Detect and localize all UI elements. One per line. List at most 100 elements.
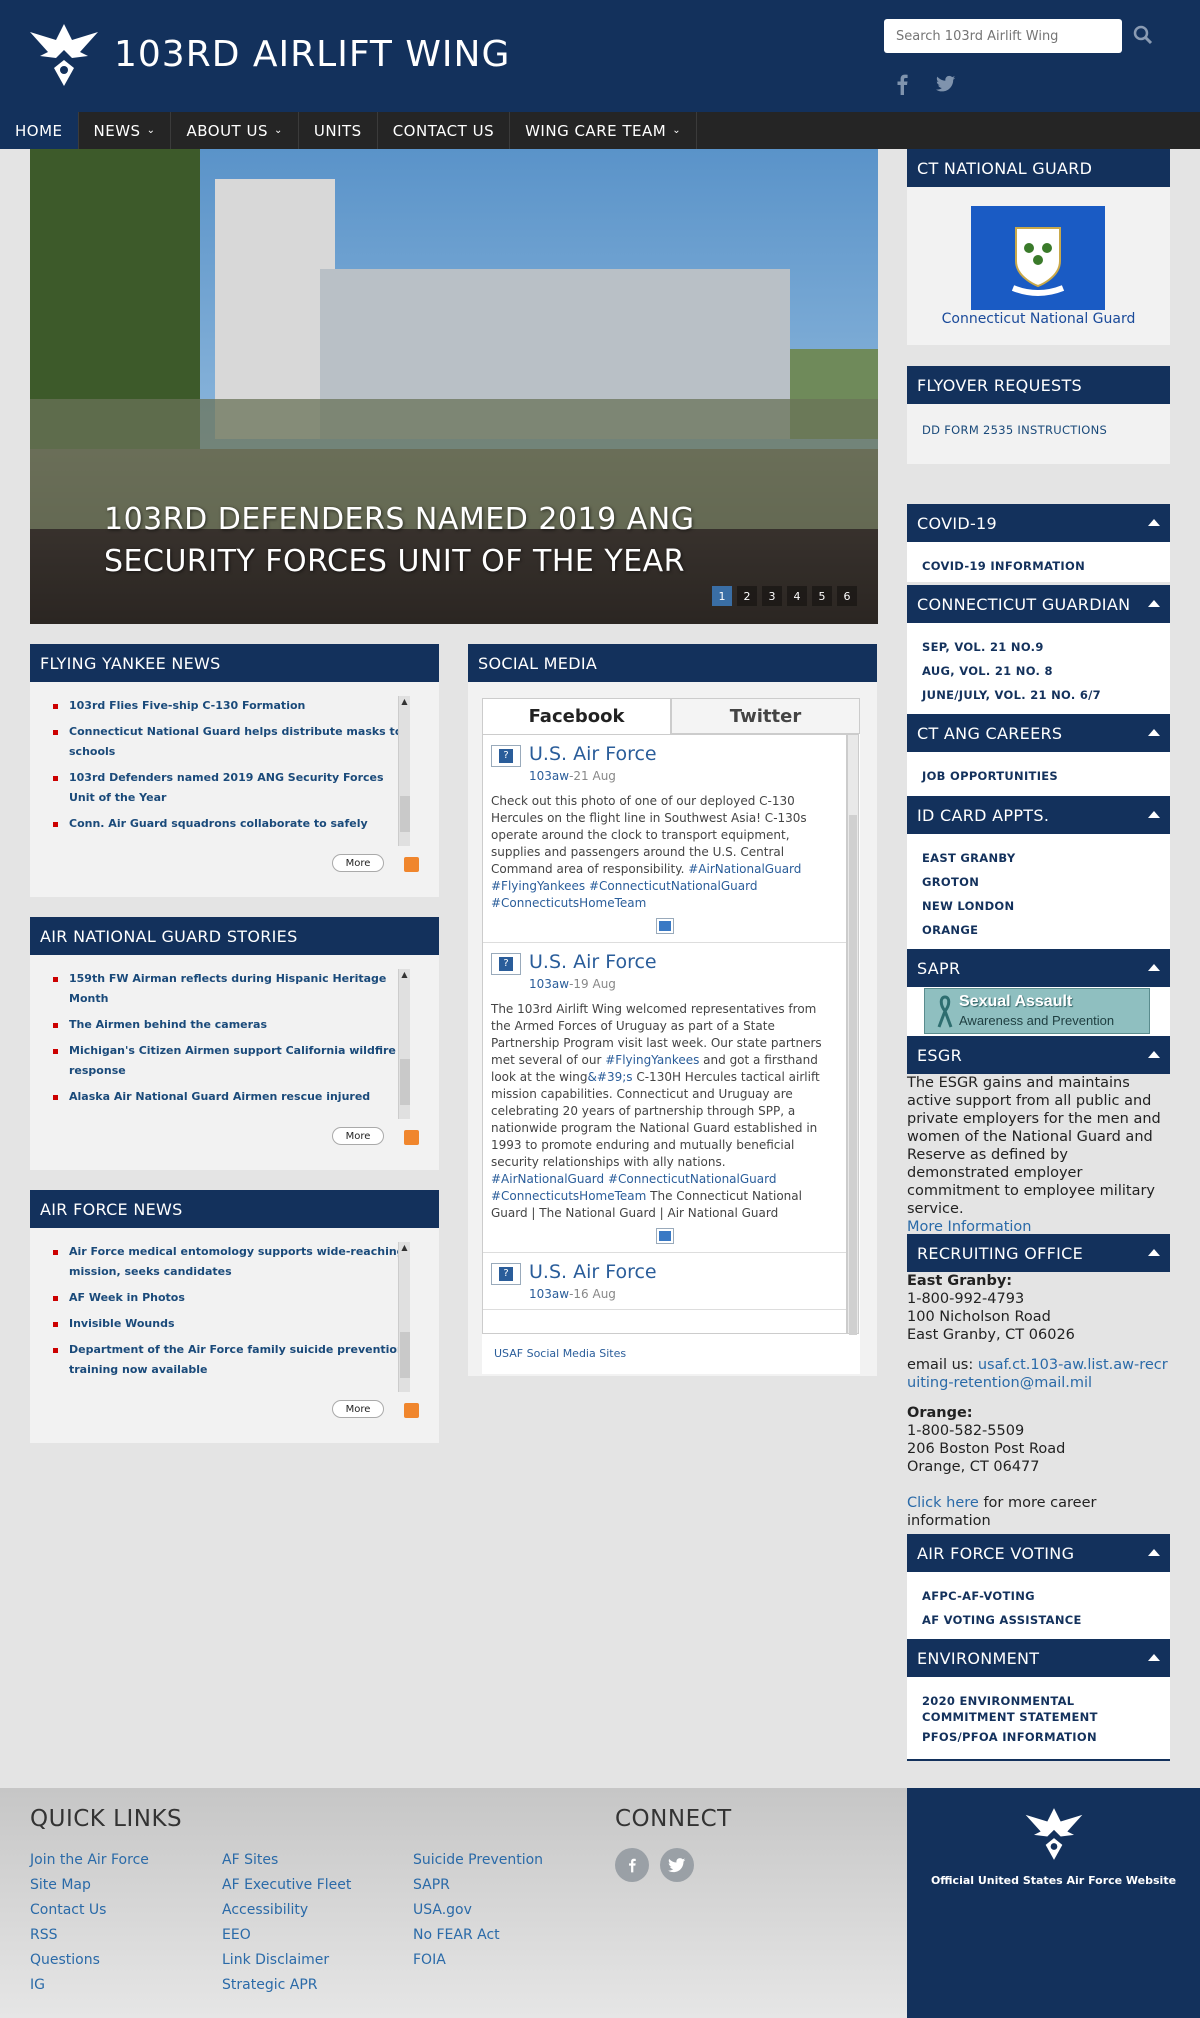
footer-twitter-icon[interactable] xyxy=(660,1848,694,1882)
post-author[interactable]: U.S. Air Force xyxy=(529,743,657,767)
footer-link[interactable]: Join the Air Force xyxy=(30,1848,149,1873)
sidebar-link[interactable]: 2020 ENVIRONMENTAL COMMITMENT STATEMENT xyxy=(922,1689,1155,1725)
guardian-title[interactable]: CONNECTICUT GUARDIAN xyxy=(907,585,1170,623)
tab-facebook[interactable]: Facebook xyxy=(482,698,671,734)
feed-scrollbar[interactable] xyxy=(847,734,859,1335)
image-icon[interactable] xyxy=(655,1228,674,1244)
scroll-up-icon[interactable]: ▲ xyxy=(399,969,410,981)
search-input[interactable] xyxy=(884,19,1122,53)
avatar[interactable]: ? xyxy=(491,745,521,767)
sidebar-link[interactable]: SEP, VOL. 21 NO.9 xyxy=(922,635,1155,659)
hero-carousel[interactable]: 103RD DEFENDERS NAMED 2019 ANG SECURITY … xyxy=(30,149,878,624)
list-item[interactable]: Alaska Air National Guard Airmen rescue … xyxy=(50,1087,410,1107)
list-item[interactable]: Conn. Air Guard squadrons collaborate to… xyxy=(50,814,410,834)
carousel-dot[interactable]: 1 xyxy=(712,586,732,606)
collapse-icon[interactable] xyxy=(1148,1051,1160,1058)
post-author[interactable]: U.S. Air Force xyxy=(529,951,657,975)
sidebar-link[interactable]: AF VOTING ASSISTANCE xyxy=(922,1608,1155,1632)
image-icon[interactable] xyxy=(655,918,674,934)
covid-title[interactable]: COVID-19 xyxy=(907,504,1170,542)
nav-wing-care-team[interactable]: WING CARE TEAM ⌄ xyxy=(510,112,698,149)
sapr-banner[interactable]: Sexual Assault Awareness and Prevention xyxy=(924,988,1150,1034)
collapse-icon[interactable] xyxy=(1148,729,1160,736)
sidebar-link[interactable]: GROTON xyxy=(922,870,1155,894)
hero-caption[interactable]: 103RD DEFENDERS NAMED 2019 ANG SECURITY … xyxy=(104,499,784,583)
footer-link[interactable]: Strategic APR xyxy=(222,1973,351,1998)
sidebar-link[interactable]: NEW LONDON xyxy=(922,894,1155,918)
scroll-up-icon[interactable]: ▲ xyxy=(399,696,410,708)
sidebar-link[interactable]: EAST GRANBY xyxy=(922,846,1155,870)
environment-title[interactable]: ENVIRONMENT xyxy=(907,1639,1170,1677)
collapse-icon[interactable] xyxy=(1148,600,1160,607)
social-feed[interactable]: ? U.S. Air Force 103aw-21 Aug Check out … xyxy=(482,734,847,1334)
footer-link[interactable]: Questions xyxy=(30,1948,149,1973)
sidebar-link[interactable]: AUG, VOL. 21 NO. 8 xyxy=(922,659,1155,683)
nav-about-us[interactable]: ABOUT US ⌄ xyxy=(171,112,299,149)
rss-icon[interactable] xyxy=(404,857,419,872)
voting-title[interactable]: AIR FORCE VOTING xyxy=(907,1534,1170,1572)
collapse-icon[interactable] xyxy=(1148,1654,1160,1661)
sidebar-link[interactable]: ORANGE xyxy=(922,918,1155,942)
avatar[interactable]: ? xyxy=(491,953,521,975)
carousel-dot[interactable]: 2 xyxy=(737,586,757,606)
id-card-title[interactable]: ID CARD APPTS. xyxy=(907,796,1170,834)
post-hashtag[interactable]: &#39;s xyxy=(588,1070,633,1084)
footer-link[interactable]: AF Sites xyxy=(222,1848,351,1873)
af-official-block[interactable]: Official United States Air Force Website xyxy=(907,1788,1200,2018)
careers-title[interactable]: CT ANG CAREERS xyxy=(907,714,1170,752)
scroll-up-icon[interactable]: ▲ xyxy=(399,1242,410,1254)
avatar[interactable]: ? xyxy=(491,1263,521,1285)
carousel-dot[interactable]: 4 xyxy=(787,586,807,606)
list-item[interactable]: Connecticut National Guard helps distrib… xyxy=(50,722,410,762)
collapse-icon[interactable] xyxy=(1148,964,1160,971)
more-button[interactable]: More xyxy=(332,1400,384,1418)
nav-units[interactable]: UNITS xyxy=(299,112,378,149)
collapse-icon[interactable] xyxy=(1148,1249,1160,1256)
facebook-icon[interactable] xyxy=(893,73,911,95)
nav-news[interactable]: NEWS ⌄ xyxy=(79,112,172,149)
list-item[interactable]: Michigan's Citizen Airmen support Califo… xyxy=(50,1041,410,1081)
ct-guard-caption[interactable]: Connecticut National Guard xyxy=(907,311,1170,327)
post-handle[interactable]: 103aw xyxy=(529,977,569,991)
usaf-social-media-link[interactable]: USAF Social Media Sites xyxy=(494,1347,626,1360)
list-item[interactable]: Department of the Air Force family suici… xyxy=(50,1340,410,1380)
list-item[interactable]: Air Force medical entomology supports wi… xyxy=(50,1242,410,1282)
sidebar-link[interactable]: AFPC-AF-VOTING xyxy=(922,1584,1155,1608)
tab-twitter[interactable]: Twitter xyxy=(671,698,860,734)
footer-link[interactable]: RSS xyxy=(30,1923,149,1948)
search-icon[interactable] xyxy=(1132,24,1154,46)
scrollbar[interactable]: ▲ xyxy=(398,1242,410,1392)
scroll-thumb[interactable] xyxy=(400,1332,410,1378)
collapse-icon[interactable] xyxy=(1148,811,1160,818)
scroll-thumb[interactable] xyxy=(849,815,857,1335)
scrollbar[interactable]: ▲ xyxy=(398,969,410,1119)
sidebar-link[interactable]: JUNE/JULY, VOL. 21 NO. 6/7 xyxy=(922,683,1155,707)
footer-link[interactable]: SAPR xyxy=(413,1873,543,1898)
esgr-title[interactable]: ESGR xyxy=(907,1036,1170,1074)
list-item[interactable]: The Airmen behind the cameras xyxy=(50,1015,410,1035)
list-item[interactable]: 159th FW Airman reflects during Hispanic… xyxy=(50,969,410,1009)
list-item[interactable]: Invisible Wounds xyxy=(50,1314,410,1334)
sapr-title[interactable]: SAPR xyxy=(907,949,1170,987)
twitter-icon[interactable] xyxy=(936,75,956,93)
nav-home[interactable]: HOME xyxy=(0,112,79,149)
sidebar-link[interactable]: PFOS/PFOA INFORMATION xyxy=(922,1725,1155,1749)
carousel-dot[interactable]: 5 xyxy=(812,586,832,606)
footer-link[interactable]: IG xyxy=(30,1973,149,1998)
ct-flag-image[interactable] xyxy=(971,206,1105,310)
list-item[interactable]: 103rd Defenders named 2019 ANG Security … xyxy=(50,768,410,808)
rss-icon[interactable] xyxy=(404,1403,419,1418)
footer-link[interactable]: Suicide Prevention xyxy=(413,1848,543,1873)
footer-facebook-icon[interactable] xyxy=(615,1848,649,1882)
footer-link[interactable]: Link Disclaimer xyxy=(222,1948,351,1973)
sidebar-link[interactable]: JOB OPPORTUNITIES xyxy=(922,764,1155,788)
list-item[interactable]: 103rd Flies Five-ship C-130 Formation xyxy=(50,696,410,716)
scrollbar[interactable]: ▲ xyxy=(398,696,410,846)
sidebar-link[interactable]: COVID-19 INFORMATION xyxy=(922,554,1155,578)
carousel-dot[interactable]: 3 xyxy=(762,586,782,606)
scroll-thumb[interactable] xyxy=(400,796,410,832)
footer-link[interactable]: No FEAR Act xyxy=(413,1923,543,1948)
recruiting-title[interactable]: RECRUITING OFFICE xyxy=(907,1234,1170,1272)
post-hashtag[interactable]: #FlyingYankees xyxy=(605,1053,699,1067)
footer-link[interactable]: Site Map xyxy=(30,1873,149,1898)
